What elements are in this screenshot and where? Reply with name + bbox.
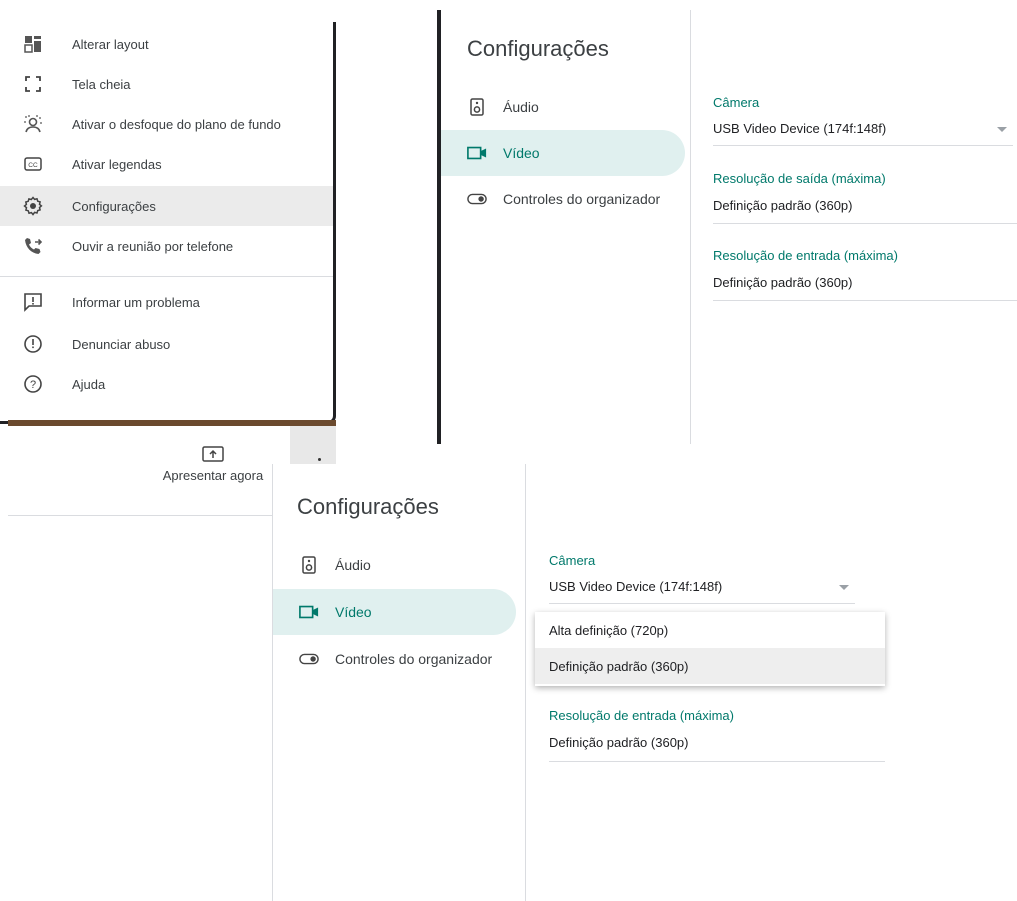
present-now-label: Apresentar agora [162,468,264,483]
input-resolution-label: Resolução de entrada (máxima) [549,708,734,723]
input-resolution-underline [713,300,1017,301]
settings-divider [690,10,691,444]
video-camera-icon [299,602,319,622]
nav-label: Controles do organizador [335,651,493,667]
speaker-icon [467,97,487,117]
more-options-icon [318,458,321,461]
toggle-icon [467,189,487,209]
menu-item-captions[interactable]: CC Ativar legendas [0,144,333,184]
menu-item-phone-audio[interactable]: Ouvir a reunião por telefone [0,226,333,266]
output-resolution-underline [713,223,1017,224]
video-camera-icon [467,143,487,163]
menu-item-fullscreen[interactable]: Tela cheia [0,64,333,104]
chevron-down-icon[interactable] [839,585,849,590]
camera-select[interactable]: USB Video Device (174f:148f) [549,579,722,594]
output-resolution-label: Resolução de saída (máxima) [713,171,886,186]
camera-select[interactable]: USB Video Device (174f:148f) [713,121,886,136]
settings-title: Configurações [297,494,439,519]
speaker-icon [299,555,319,575]
menu-item-label: Denunciar abuso [72,336,171,352]
input-resolution-select[interactable]: Definição padrão (360p) [713,275,852,290]
gear-icon [22,195,44,217]
captions-icon: CC [22,153,44,175]
input-resolution-underline [549,761,885,762]
menu-item-label: Ouvir a reunião por telefone [72,238,234,254]
menu-item-report-problem[interactable]: Informar um problema [0,282,333,322]
more-options-menu: Alterar layout Tela cheia Ativar o desfo… [0,22,336,424]
camera-label: Câmera [549,553,596,568]
svg-text:?: ? [30,379,36,391]
present-screen-icon [202,446,224,462]
menu-item-label: Configurações [72,198,156,214]
menu-item-label: Informar um problema [72,294,200,310]
camera-underline [549,603,855,604]
menu-item-label: Alterar layout [72,36,149,52]
settings-dialog-bottom: Configurações Áudio Vídeo Controles do o… [272,464,885,901]
nav-host-controls[interactable]: Controles do organizador [273,636,516,682]
nav-video[interactable]: Vídeo [441,130,685,176]
camera-underline [713,145,1013,146]
report-problem-icon [22,291,44,313]
nav-label: Vídeo [503,145,540,161]
menu-item-label: Ativar legendas [72,156,162,172]
help-icon: ? [22,373,44,395]
svg-text:CC: CC [28,162,38,169]
input-resolution-label: Resolução de entrada (máxima) [713,248,898,263]
menu-item-label: Ativar o desfoque do plano de fundo [72,116,281,132]
nav-label: Controles do organizador [503,191,661,207]
toggle-icon [299,649,319,669]
nav-label: Áudio [503,99,539,115]
chevron-down-icon[interactable] [997,127,1007,132]
dropdown-option-720p[interactable]: Alta definição (720p) [535,612,885,648]
menu-item-blur-background[interactable]: Ativar o desfoque do plano de fundo [0,104,333,144]
layout-icon [22,33,44,55]
output-resolution-dropdown: Alta definição (720p) Definição padrão (… [535,612,885,686]
camera-label: Câmera [713,95,760,110]
menu-item-settings[interactable]: Configurações [0,186,333,226]
blur-background-icon [22,113,44,135]
menu-item-label: Tela cheia [72,76,131,92]
nav-audio[interactable]: Áudio [273,542,516,588]
menu-item-label: Ajuda [72,376,106,392]
settings-dialog-top: Configurações Áudio Vídeo Controles do o… [437,10,1017,444]
menu-item-report-abuse[interactable]: Denunciar abuso [0,324,333,364]
fullscreen-icon [22,73,44,95]
nav-audio[interactable]: Áudio [441,84,685,130]
nav-label: Áudio [335,557,371,573]
present-now-button[interactable]: Apresentar agora [138,446,288,483]
settings-title: Configurações [467,36,609,61]
phone-forward-icon [22,235,44,257]
settings-divider [525,464,526,901]
input-resolution-select[interactable]: Definição padrão (360p) [549,735,688,750]
nav-label: Vídeo [335,604,372,620]
menu-item-help[interactable]: ? Ajuda [0,364,333,404]
menu-divider [0,276,333,277]
alert-circle-icon [22,333,44,355]
menu-item-change-layout[interactable]: Alterar layout [0,24,333,64]
nav-video[interactable]: Vídeo [273,589,516,635]
output-resolution-select[interactable]: Definição padrão (360p) [713,198,852,213]
nav-host-controls[interactable]: Controles do organizador [441,176,685,222]
dropdown-option-360p[interactable]: Definição padrão (360p) [535,648,885,684]
